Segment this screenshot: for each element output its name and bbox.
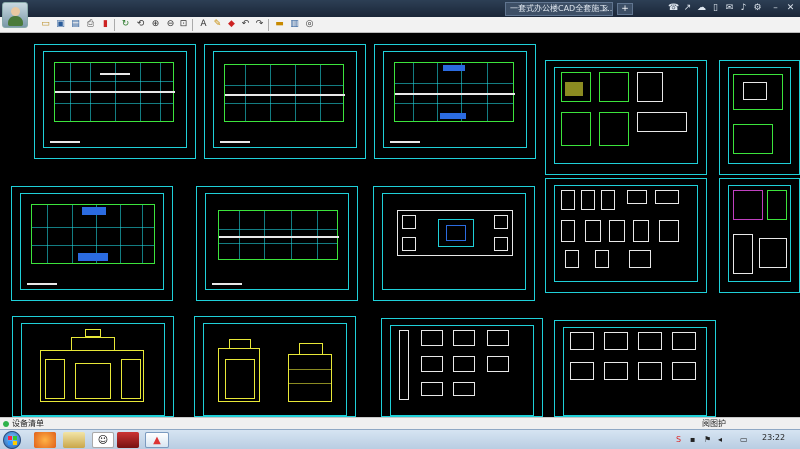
measure-icon[interactable]: ▥ (289, 19, 300, 30)
document-tab[interactable]: 一套式办公楼CAD全套施工... × (505, 2, 613, 16)
display-icon[interactable]: ▭ (740, 434, 748, 446)
open-icon[interactable]: ▭ (40, 19, 51, 30)
undo-icon[interactable]: ↶ (240, 19, 251, 30)
sheet-frame (213, 51, 357, 148)
mobile-icon[interactable]: ▯ (710, 3, 721, 14)
title-bar: 一套式办公楼CAD全套施工... × + ☎ ↗ ☁ ▯ ✉ ♪ ⚙ – ✕ (0, 0, 800, 28)
main-toolbar: ▭ ▣ ▤ ⎙ ▮ ↻ ⟲ ⊕ ⊖ ⊡ A ✎ ◆ ↶ ↷ ▬ ▥ ◎ (0, 17, 800, 33)
sheet-frame (203, 323, 347, 416)
roof-outline (397, 210, 513, 256)
pdf-icon[interactable]: ▮ (100, 19, 111, 30)
close-window-icon[interactable]: ✕ (785, 3, 796, 14)
sheet-frame (563, 327, 707, 416)
front-elevation (40, 329, 144, 402)
browser-app-icon[interactable] (34, 432, 56, 448)
document-tab-title: 一套式办公楼CAD全套施工... (510, 4, 613, 13)
status-text[interactable]: 设备清单 (12, 418, 44, 429)
toolbar-divider (268, 19, 269, 31)
toolbar-divider (192, 19, 193, 31)
pen-icon[interactable]: ✎ (212, 19, 223, 30)
sheet-frame (205, 193, 349, 290)
new-tab-button[interactable]: + (617, 3, 633, 15)
roof-plan-sheet[interactable] (373, 186, 535, 301)
floor-plan-sheet-4[interactable] (11, 186, 173, 301)
detail-sheet-eaves[interactable] (554, 320, 716, 417)
user-avatar-icon[interactable] (2, 2, 28, 28)
explorer-app-icon[interactable] (63, 432, 85, 448)
section-view (288, 343, 332, 402)
start-button[interactable] (3, 431, 21, 449)
sheet-frame (554, 67, 698, 164)
detail-sheet-walls[interactable] (381, 318, 543, 417)
sheet-frame (728, 67, 791, 164)
settings-icon[interactable]: ◎ (304, 19, 315, 30)
zoom-out-icon[interactable]: ⊖ (165, 19, 176, 30)
floor-plan-sheet-5[interactable] (196, 186, 358, 301)
floor-plan-sheet-2[interactable] (204, 44, 366, 159)
chat-app-icon[interactable]: ☺ (92, 432, 114, 448)
plan-outline (54, 62, 175, 122)
sheet-frame (20, 193, 164, 290)
sheet-frame (21, 323, 165, 416)
rotate-icon[interactable]: ⟲ (135, 19, 146, 30)
windows-taskbar: ☺ ▲ S ▪ ⚑ ◂ ▭ 23:22 (0, 429, 800, 449)
zoom-in-icon[interactable]: ⊕ (150, 19, 161, 30)
plan-outline (218, 210, 339, 260)
plan-outline (394, 62, 515, 122)
sheet-frame (728, 185, 791, 282)
status-bar: 设备清单 阅图护 (0, 417, 800, 429)
gear-icon[interactable]: ⚙ (752, 3, 763, 14)
detail-sheet-windows[interactable] (545, 178, 707, 293)
paint-icon[interactable]: ◆ (226, 19, 237, 30)
toolbar-divider (114, 19, 115, 31)
cad-app-icon[interactable]: ▲ (145, 432, 169, 448)
bell-icon[interactable]: ♪ (738, 3, 749, 14)
redo-icon[interactable]: ↷ (254, 19, 265, 30)
library-app-icon[interactable] (117, 432, 139, 448)
floor-plan-sheet-3[interactable] (374, 44, 536, 159)
detail-sheet-section[interactable] (719, 178, 800, 293)
mail-icon[interactable]: ✉ (724, 3, 735, 14)
zoom-fit-icon[interactable]: ⊡ (178, 19, 189, 30)
text-icon[interactable]: A (198, 19, 209, 30)
drawing-canvas[interactable] (0, 33, 800, 417)
cloud-icon[interactable]: ☁ (696, 3, 707, 14)
elevation-sheet-front[interactable] (12, 316, 174, 417)
sogou-icon[interactable]: S (676, 434, 681, 446)
refresh-icon[interactable]: ↻ (120, 19, 131, 30)
sheet-frame (382, 193, 526, 290)
detail-sheet-toilet[interactable] (719, 60, 800, 175)
save-icon[interactable]: ▣ (55, 19, 66, 30)
volume-icon[interactable]: ◂ (718, 434, 722, 446)
share-icon[interactable]: ↗ (682, 3, 693, 14)
sheet-frame (383, 51, 527, 148)
save-all-icon[interactable]: ▤ (70, 19, 81, 30)
sheet-frame (390, 325, 534, 416)
sheet-frame (43, 51, 187, 148)
phone-icon[interactable]: ☎ (668, 3, 679, 14)
sheet-frame (554, 185, 698, 282)
status-dot-icon (3, 421, 9, 427)
elevation-sheet-side[interactable] (194, 316, 356, 417)
plan-outline (224, 64, 345, 122)
view-mode-label[interactable]: 阅图护 (702, 418, 726, 429)
minimize-icon[interactable]: – (770, 3, 781, 14)
flag-icon[interactable]: ⚑ (704, 434, 711, 446)
layer-icon[interactable]: ▬ (274, 19, 285, 30)
taskbar-clock[interactable]: 23:22 (762, 433, 785, 442)
side-elevation (218, 339, 260, 402)
print-icon[interactable]: ⎙ (85, 19, 96, 30)
plan-outline (31, 204, 155, 264)
detail-sheet-stair[interactable] (545, 60, 707, 175)
cad-viewer-window: 一套式办公楼CAD全套施工... × + ☎ ↗ ☁ ▯ ✉ ♪ ⚙ – ✕ ▭… (0, 0, 800, 449)
tab-close-icon[interactable]: × (602, 3, 609, 15)
floor-plan-sheet-1[interactable] (34, 44, 196, 159)
network-icon[interactable]: ▪ (690, 434, 695, 446)
